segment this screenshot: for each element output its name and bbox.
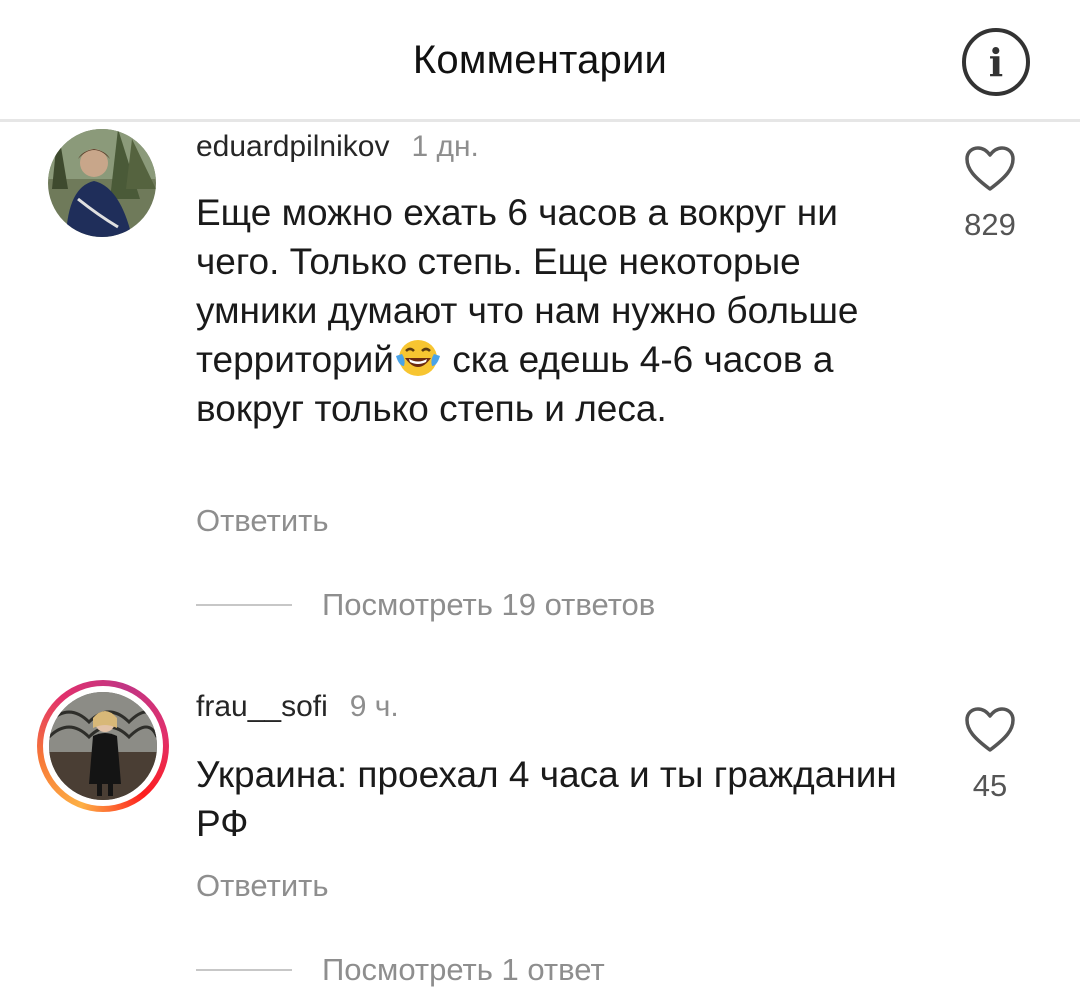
comment-text: Украина: проехал 4 часа и ты гражданин Р… (196, 754, 897, 844)
like-control: 829 (950, 145, 1030, 243)
comment-meta: eduardpilnikov 1 дн. (196, 130, 479, 164)
like-count: 45 (972, 768, 1008, 803)
face-with-tears-of-joy-icon (395, 340, 440, 376)
heart-icon[interactable] (964, 145, 1016, 193)
comment-text: Еще можно ехать 6 часов а вокруг ни чего… (196, 188, 916, 433)
info-icon[interactable]: i (962, 28, 1030, 96)
avatar[interactable] (48, 129, 156, 237)
avatar-photo (49, 692, 157, 800)
replies-divider (196, 604, 292, 606)
story-ring[interactable] (37, 680, 169, 812)
comments-header: Комментарии i (0, 0, 1080, 122)
username[interactable]: frau__sofi (196, 690, 328, 723)
view-replies-label: Посмотреть 19 ответов (322, 587, 656, 622)
like-control: 45 (950, 706, 1030, 804)
username[interactable]: eduardpilnikov (196, 130, 389, 163)
replies-divider (196, 969, 292, 971)
reply-button[interactable]: Ответить (196, 503, 329, 539)
view-replies-button[interactable]: Посмотреть 19 ответов (196, 585, 655, 625)
avatar-photo (48, 129, 156, 237)
view-replies-button[interactable]: Посмотреть 1 ответ (196, 950, 605, 990)
comment-time: 1 дн. (411, 130, 479, 163)
heart-icon[interactable] (964, 706, 1016, 754)
comment-time: 9 ч. (349, 690, 399, 723)
comment-meta: frau__sofi 9 ч. (196, 690, 399, 724)
like-count: 829 (964, 207, 1016, 242)
reply-button[interactable]: Ответить (196, 868, 329, 904)
page-title: Комментарии (412, 38, 668, 82)
view-replies-label: Посмотреть 1 ответ (322, 952, 605, 987)
avatar[interactable] (49, 692, 157, 800)
